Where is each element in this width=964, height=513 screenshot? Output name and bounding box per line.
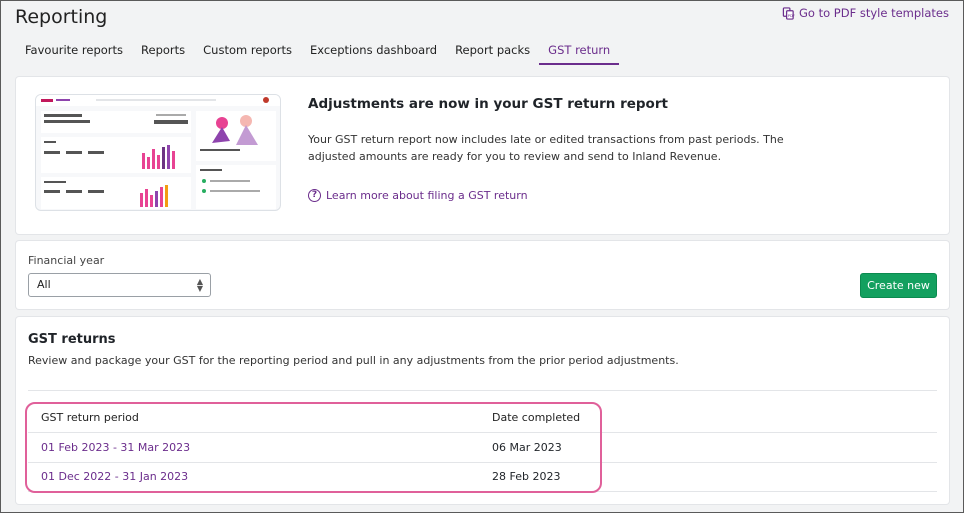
tab-gst-return[interactable]: GST return bbox=[539, 39, 620, 65]
tab-exceptions-dashboard[interactable]: Exceptions dashboard bbox=[301, 39, 446, 65]
table-header-divider bbox=[28, 432, 937, 433]
financial-year-filter-panel: Financial year All ▲ ▼ Create new bbox=[16, 241, 949, 309]
adjustments-banner: Adjustments are now in your GST return r… bbox=[16, 77, 949, 234]
column-header-period: GST return period bbox=[41, 411, 139, 424]
tab-custom-reports[interactable]: Custom reports bbox=[194, 39, 301, 65]
date-completed-value: 06 Mar 2023 bbox=[492, 441, 562, 454]
tab-favourite-reports[interactable]: Favourite reports bbox=[15, 39, 132, 65]
gst-period-link[interactable]: 01 Dec 2022 - 31 Jan 2023 bbox=[41, 470, 188, 483]
banner-description: Your GST return report now includes late… bbox=[308, 133, 784, 163]
create-new-button[interactable]: Create new bbox=[860, 273, 937, 298]
learn-more-gst-link[interactable]: ? Learn more about filing a GST return bbox=[308, 189, 528, 202]
page-title: Reporting bbox=[15, 6, 108, 28]
help-circle-icon: ? bbox=[308, 189, 321, 202]
financial-year-select[interactable]: All ▲ ▼ bbox=[28, 273, 211, 297]
document-copy-icon: PDF bbox=[782, 6, 795, 20]
dashboard-preview-illustration bbox=[35, 94, 281, 211]
column-header-date-completed: Date completed bbox=[492, 411, 581, 424]
banner-heading: Adjustments are now in your GST return r… bbox=[308, 96, 668, 112]
tab-reports[interactable]: Reports bbox=[132, 39, 194, 65]
page-header: Reporting PDF Go to PDF style templates … bbox=[1, 1, 963, 65]
gst-period-link[interactable]: 01 Feb 2023 - 31 Mar 2023 bbox=[41, 441, 190, 454]
pdf-templates-link[interactable]: PDF Go to PDF style templates bbox=[782, 6, 949, 20]
financial-year-selected-value: All bbox=[37, 278, 51, 291]
table-row-divider bbox=[28, 462, 937, 463]
svg-text:PDF: PDF bbox=[788, 14, 795, 18]
dashboard-preview-graphic bbox=[36, 95, 280, 209]
report-tabs: Favourite reports Reports Custom reports… bbox=[15, 39, 620, 65]
table-row-divider bbox=[28, 491, 937, 492]
chevron-up-down-icon: ▲ ▼ bbox=[196, 277, 203, 293]
tab-report-packs[interactable]: Report packs bbox=[446, 39, 539, 65]
learn-more-gst-link-label: Learn more about filing a GST return bbox=[326, 189, 528, 202]
date-completed-value: 28 Feb 2023 bbox=[492, 470, 561, 483]
gst-returns-title: GST returns bbox=[28, 332, 116, 347]
financial-year-label: Financial year bbox=[28, 254, 105, 267]
gst-returns-panel: GST returns Review and package your GST … bbox=[16, 317, 949, 504]
pdf-templates-link-label: Go to PDF style templates bbox=[799, 6, 949, 20]
section-divider bbox=[28, 390, 937, 391]
gst-returns-description: Review and package your GST for the repo… bbox=[28, 354, 679, 367]
